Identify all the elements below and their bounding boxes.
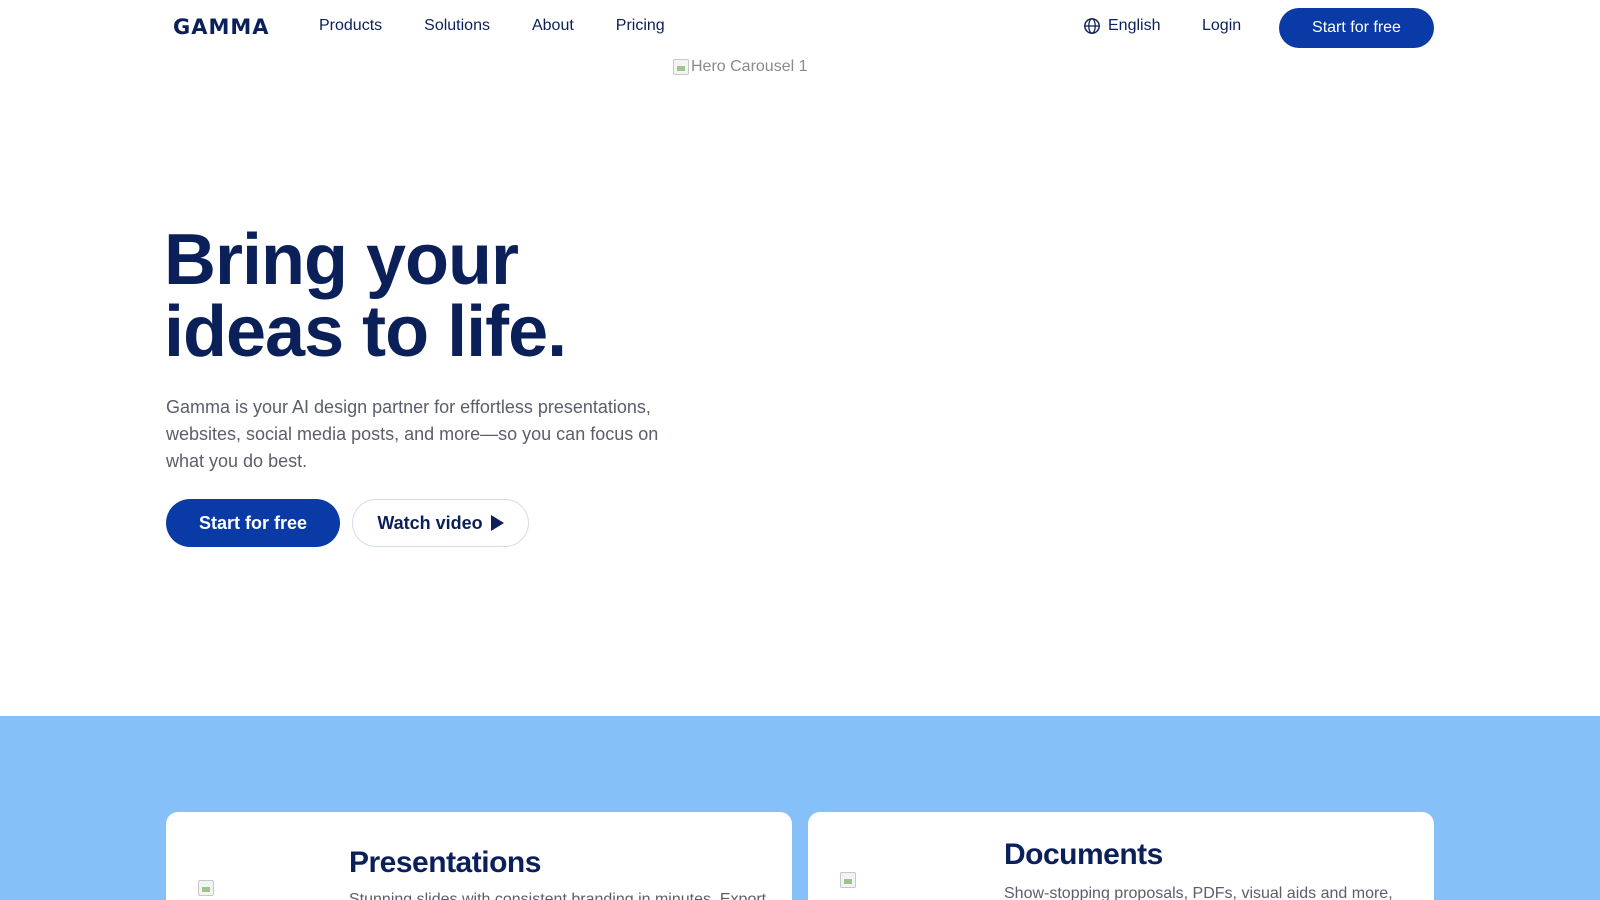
presentations-image: [198, 880, 214, 896]
hero-title: Bring your ideas to life.: [164, 220, 567, 372]
nav-start-free-button[interactable]: Start for free: [1279, 8, 1434, 48]
top-navigation: GAMMA Products Solutions About Pricing E…: [0, 0, 1600, 56]
gamma-logo[interactable]: GAMMA: [173, 15, 270, 39]
nav-link-pricing[interactable]: Pricing: [616, 17, 665, 35]
features-section: Presentations Stunning slides with consi…: [0, 716, 1600, 900]
language-selector[interactable]: English: [1083, 17, 1160, 35]
card-title: Presentations: [349, 846, 541, 879]
hero-start-free-button[interactable]: Start for free: [166, 499, 340, 547]
hero-image-alt-text: Hero Carousel 1: [691, 58, 808, 75]
globe-icon: [1084, 18, 1100, 34]
nav-links: Products Solutions About Pricing: [319, 17, 665, 35]
nav-link-about[interactable]: About: [532, 17, 574, 35]
nav-link-products[interactable]: Products: [319, 17, 382, 35]
logo-text: GAMMA: [173, 15, 270, 39]
hero-subtitle: Gamma is your AI design partner for effo…: [166, 397, 659, 471]
broken-image-icon: [673, 59, 689, 75]
login-link[interactable]: Login: [1202, 17, 1241, 35]
hero-carousel-image: Hero Carousel 1: [673, 58, 808, 76]
watch-video-label: Watch video: [377, 512, 483, 533]
presentations-card[interactable]: Presentations Stunning slides with consi…: [166, 812, 792, 900]
documents-card[interactable]: Documents Show-stopping proposals, PDFs,…: [808, 812, 1434, 900]
documents-image: [840, 872, 856, 888]
card-description: Show-stopping proposals, PDFs, visual ai…: [1004, 885, 1393, 900]
play-icon: [490, 515, 504, 531]
hero-title-line-2: ideas to life.: [164, 292, 567, 372]
hero-title-line-1: Bring your: [164, 220, 519, 300]
nav-link-solutions[interactable]: Solutions: [424, 17, 490, 35]
card-title: Documents: [1004, 838, 1163, 871]
language-label: English: [1108, 17, 1161, 34]
card-description: Stunning slides with consistent branding…: [349, 891, 767, 900]
watch-video-button[interactable]: Watch video: [352, 499, 529, 547]
